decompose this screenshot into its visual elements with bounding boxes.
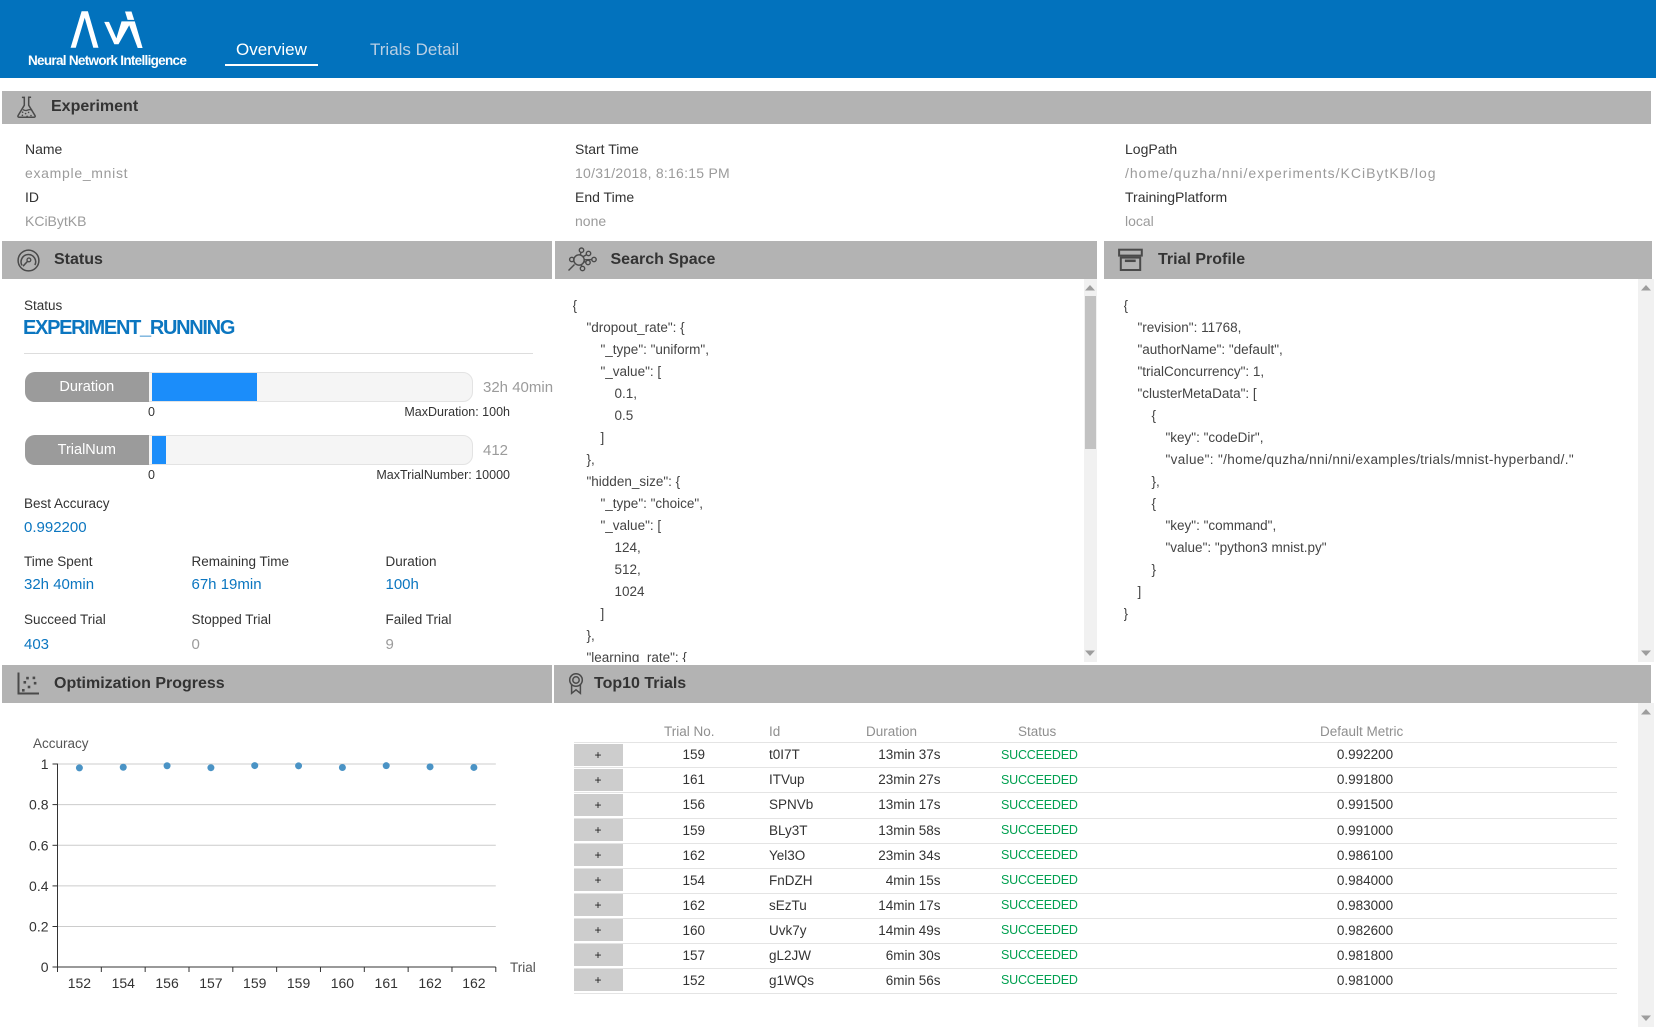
svg-text:0.4: 0.4 (29, 878, 49, 894)
svg-text:161: 161 (375, 975, 399, 991)
svg-text:160: 160 (331, 975, 355, 991)
svg-text:0.8: 0.8 (29, 797, 49, 813)
svg-text:152: 152 (68, 975, 92, 991)
svg-text:159: 159 (287, 975, 311, 991)
svg-text:156: 156 (155, 975, 179, 991)
svg-text:157: 157 (199, 975, 223, 991)
svg-text:162: 162 (462, 975, 486, 991)
svg-text:Trial: Trial (510, 960, 536, 975)
svg-text:1: 1 (41, 756, 49, 772)
svg-text:162: 162 (418, 975, 442, 991)
svg-text:Accuracy: Accuracy (33, 736, 89, 751)
svg-text:0.2: 0.2 (29, 919, 49, 935)
svg-text:154: 154 (112, 975, 136, 991)
svg-text:159: 159 (243, 975, 267, 991)
svg-text:0.6: 0.6 (29, 837, 49, 853)
svg-text:0: 0 (41, 959, 49, 975)
